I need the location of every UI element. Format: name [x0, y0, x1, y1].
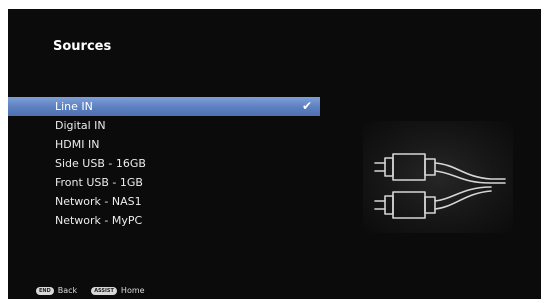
- cable-plugs-icon: [363, 121, 513, 233]
- sources-screen: Sources Line IN ✔ Digital IN HDMI IN Sid…: [8, 9, 541, 299]
- source-label: HDMI IN: [55, 138, 100, 151]
- checkmark-icon: ✔: [301, 99, 312, 113]
- source-item-line-in[interactable]: Line IN ✔: [8, 97, 320, 116]
- end-key-icon: END: [36, 286, 54, 295]
- page-title: Sources: [53, 39, 112, 54]
- sources-list: Line IN ✔ Digital IN HDMI IN Side USB - …: [8, 97, 320, 230]
- source-label: Front USB - 1GB: [55, 176, 143, 189]
- source-label: Digital IN: [55, 119, 106, 132]
- source-label: Side USB - 16GB: [55, 157, 146, 170]
- source-label: Network - MyPC: [55, 214, 143, 227]
- source-item-side-usb[interactable]: Side USB - 16GB: [8, 154, 320, 173]
- home-hint[interactable]: Home: [121, 286, 145, 295]
- source-item-network-nas1[interactable]: Network - NAS1: [8, 192, 320, 211]
- source-item-digital-in[interactable]: Digital IN: [8, 116, 320, 135]
- source-label: Line IN: [55, 100, 93, 113]
- source-label: Network - NAS1: [55, 195, 142, 208]
- source-item-network-mypc[interactable]: Network - MyPC: [8, 211, 320, 230]
- back-hint[interactable]: Back: [58, 286, 77, 295]
- source-item-hdmi-in[interactable]: HDMI IN: [8, 135, 320, 154]
- assist-key-icon: ASSIST: [91, 286, 117, 295]
- footer-hints: END Back ASSIST Home: [36, 286, 155, 295]
- source-item-front-usb[interactable]: Front USB - 1GB: [8, 173, 320, 192]
